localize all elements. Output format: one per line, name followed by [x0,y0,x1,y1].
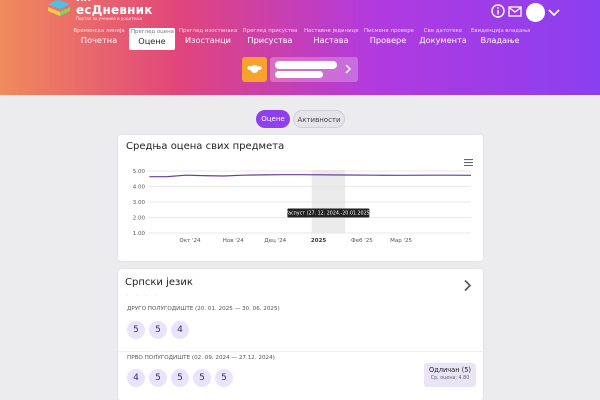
grade-badge[interactable]: 5 [127,321,145,339]
nav-label: Настава [313,35,349,45]
nav-caption: Све датотеке [423,28,463,34]
nav-label: Владање [480,35,520,45]
grade-badge[interactable]: 5 [171,369,189,387]
logo-icon [48,0,70,16]
nav-label: Почетна [80,35,118,45]
app-header: ИП есДневник Портал за ученике и родитељ… [0,0,600,95]
chevron-right-icon[interactable] [463,279,472,292]
chevron-right-icon[interactable] [343,63,353,75]
nav-item-tests[interactable]: Писмене провере Провере [364,28,414,50]
nav-item-behavior[interactable]: Евиденција владања Владање [471,28,531,50]
info-icon[interactable] [490,3,506,19]
x-tick-label: Нов '24 [223,238,245,244]
grade-badge[interactable]: 5 [149,369,167,387]
final-grade: Одличан (5) [429,366,471,374]
average-grade-chart: 5.00 4.00 3.00 2.00 1.00 Окт '24 Нов '24 Дец '2… [133,169,472,244]
nav-caption: Наставне јединице [304,28,359,34]
x-tick-label: Окт '24 [179,238,201,244]
nav-label: Изостанци [184,35,232,45]
average-grade: Ср. оцена: 4.80 [430,376,470,381]
child-icon [247,65,262,73]
nav-item-documents[interactable]: Све датотеке Документа [419,28,467,50]
avatar[interactable] [526,3,545,22]
nav-caption: Преглед оцена [131,29,174,35]
main-nav: Временска линија Почетна Преглед оцена О… [70,28,540,50]
semester-label: ДРУГО ПОЛУГОДИШТЕ (20. 01. 2025 — 30. 06… [127,306,280,312]
nav-caption: Преглед изостанака [179,28,238,34]
subject-name: Српски језик [125,277,193,288]
grade-badge[interactable]: 5 [215,369,233,387]
semester-grades: 4 5 5 5 5 [127,369,247,387]
subject-teacher-redacted: · · · · [127,293,160,299]
average-grade-card: Средња оцена свих предмета 5.00 4.00 3.00 2… [118,135,483,261]
nav-caption: Писмене провере [364,28,414,34]
y-tick-label: 1.00 [133,231,146,237]
final-grade-box: Одличан (5) Ср. оцена: 4.80 [424,363,476,387]
student-card[interactable] [270,57,358,82]
chevron-down-icon[interactable] [546,5,562,21]
student-icon [242,57,267,82]
student-name-redacted [275,61,337,69]
divider [118,351,483,352]
nav-item-grades[interactable]: Преглед оцена Оцене [129,28,175,50]
nav-caption: Преглед присуства [242,28,298,34]
x-tick-label: Мар '25 [390,238,412,244]
student-class-redacted [275,71,323,78]
y-tick-label: 4.00 [133,185,146,191]
vacation-label: Распуст (27. 12. 2024.-20.01.2025) [285,211,372,217]
grade-badge[interactable]: 5 [193,369,211,387]
grade-badge[interactable]: 4 [171,321,189,339]
nav-caption: Временска линија [73,28,125,34]
vacation-band [311,170,346,233]
nav-item-absences[interactable]: Преглед изостанака Изостанци [179,28,237,50]
x-tick-label: Феб '25 [351,238,373,244]
nav-label: Документа [419,35,467,45]
x-tick-label: 2025 [311,238,326,244]
toggle-grades-button[interactable]: Оцене [256,110,290,128]
nav-item-home[interactable]: Временска линија Почетна [70,28,128,50]
mail-icon[interactable] [507,3,523,19]
nav-label: Оцене [138,36,166,46]
semester-grades: 5 5 4 [127,321,227,339]
subject-card: Српски језик · · · · ДРУГО ПОЛУГОДИШТЕ (… [118,269,483,400]
student-selector[interactable] [242,57,358,82]
y-tick-label: 3.00 [133,200,146,206]
grade-badge[interactable]: 5 [149,321,167,339]
average-line [149,174,472,178]
y-tick-label: 5.00 [133,169,146,175]
toggle-activities-button[interactable]: Активности [293,110,345,128]
semester-label: ПРВО ПОЛУГОДИШТЕ (02. 09. 2024 — 27.12. … [127,355,275,361]
header-actions [490,3,562,22]
y-tick-label: 2.00 [133,216,146,222]
grade-badge[interactable]: 4 [127,369,145,387]
nav-item-lessons[interactable]: Наставне јединице Настава [304,28,359,50]
nav-caption: Евиденција владања [471,28,531,34]
logo-subtitle: Портал за ученике и родитеље [76,16,143,21]
nav-label: Присуства [247,35,293,45]
nav-item-attendance[interactable]: Преглед присуства Присуства [242,28,298,50]
x-tick-label: Дец '24 [264,238,286,244]
nav-label: Провере [369,35,407,45]
logo-name: есДневник [76,3,153,17]
